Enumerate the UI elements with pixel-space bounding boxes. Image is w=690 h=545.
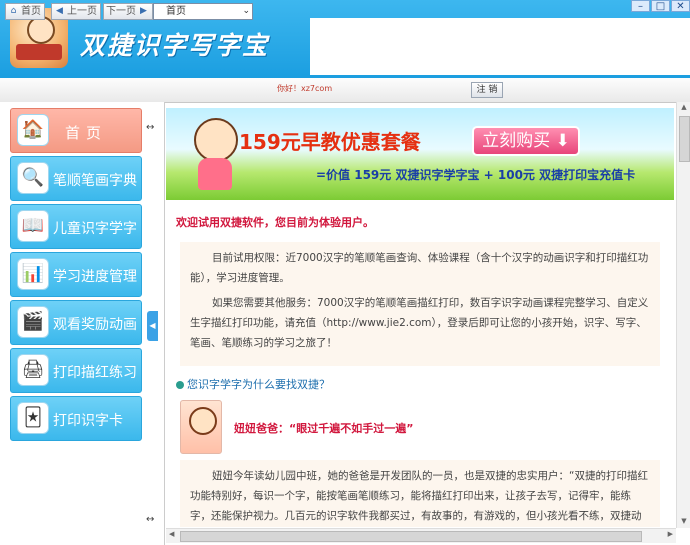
bullet-icon	[176, 381, 184, 389]
sidebar-item-child-literacy[interactable]: 📖 儿童识字学字	[10, 204, 142, 249]
chevron-down-icon: ⌄	[242, 6, 250, 16]
progress-icon: 📊	[17, 258, 49, 290]
recharge-info: 如果您需要其他服务：7000汉字的笔顺笔画描红打印，数百字识字动画课程完整学习、…	[190, 297, 649, 349]
sidebar-item-print-tracing[interactable]: 🖨 打印描红练习	[10, 348, 142, 393]
back-button[interactable]: ◀ 上一页	[51, 3, 101, 20]
trial-info-box: 目前试用权限：近7000汉字的笔顺笔画查询、体验课程（含十个汉字的动画识字和打印…	[180, 242, 660, 366]
home-button[interactable]: ⌂ 首页	[5, 3, 45, 20]
scroll-thumb-horizontal[interactable]	[180, 531, 642, 542]
testimonial-quote: 妞妞爸爸：“眼过千遍不如手过一遍”	[234, 422, 414, 435]
sidebar-item-progress[interactable]: 📊 学习进度管理	[10, 252, 142, 297]
horizontal-scrollbar[interactable]: ◀ ▶	[166, 528, 676, 543]
home-blocks-icon: 🏠	[17, 114, 49, 146]
app-title: 双捷识字写字宝	[80, 31, 270, 60]
window-controls: – □ ✕	[630, 0, 690, 13]
testimonial-box: 妞妞今年读幼儿园中班，她的爸爸是开发团队的一员，也是双捷的忠实用户：“双捷的打印…	[180, 460, 660, 527]
card-icon: 🃏	[17, 402, 49, 434]
scroll-thumb[interactable]	[679, 116, 690, 162]
scroll-up-icon[interactable]: ▲	[679, 103, 689, 113]
girl-illustration-icon	[188, 118, 242, 192]
download-arrow-icon: ⬇	[550, 131, 570, 151]
buy-now-button[interactable]: 立刻购买 ⬇	[472, 126, 580, 156]
sidebar-item-home[interactable]: 🏠 首页	[10, 108, 142, 153]
site-link[interactable]: 你好！xz7com	[277, 83, 332, 94]
forward-button[interactable]: 下一页 ▶	[103, 3, 153, 20]
promo-price: 159元早教优惠套餐	[239, 130, 421, 154]
page-select[interactable]: 首页 ⌄	[153, 3, 253, 20]
close-icon[interactable]: ✕	[671, 0, 690, 12]
sidebar-item-reward-animation[interactable]: 🎬 观看奖励动画	[10, 300, 142, 345]
logout-button[interactable]: 注 销	[471, 82, 503, 98]
film-icon: 🎬	[17, 306, 49, 338]
promo-subtitle: =价值 159元 双捷识字学字宝 + 100元 双捷打印宝充值卡	[316, 168, 636, 182]
scroll-down-icon[interactable]: ▼	[679, 517, 689, 527]
promo-banner[interactable]: 159元早教优惠套餐 立刻购买 ⬇ =价值 159元 双捷识字学字宝 + 100…	[166, 108, 674, 200]
back-arrow-icon: ◀	[56, 6, 63, 16]
forward-arrow-icon: ▶	[140, 6, 147, 16]
resize-arrows-icon[interactable]: ↔	[146, 122, 154, 133]
testimonial-text: 妞妞今年读幼儿园中班，她的爸爸是开发团队的一员，也是双捷的忠实用户：“双捷的打印…	[190, 470, 648, 522]
resize-arrows-icon[interactable]: ↔	[146, 514, 154, 525]
magnifier-icon: 🔍	[17, 162, 49, 194]
collapse-sidebar-button[interactable]: ◀	[147, 311, 158, 341]
trial-permissions: 目前试用权限：近7000汉字的笔顺笔画查询、体验课程（含十个汉字的动画识字和打印…	[190, 252, 649, 284]
maximize-icon[interactable]: □	[651, 0, 670, 12]
navigation-toolbar	[0, 78, 690, 103]
sidebar-item-print-cards[interactable]: 🃏 打印识字卡	[10, 396, 142, 441]
book-icon: 📖	[17, 210, 49, 242]
welcome-message: 欢迎试用双捷软件，您目前为体验用户。	[176, 216, 374, 229]
vertical-scrollbar[interactable]: ▲ ▼	[676, 102, 690, 528]
scroll-right-icon[interactable]: ▶	[668, 530, 673, 538]
minimize-icon[interactable]: –	[631, 0, 650, 12]
section-heading: 您识字学字为什么要找双捷？	[176, 376, 330, 392]
header-blank-panel	[310, 18, 690, 75]
home-icon: ⌂	[10, 6, 17, 16]
main-content: 159元早教优惠套餐 立刻购买 ⬇ =价值 159元 双捷识字学字宝 + 100…	[166, 104, 676, 527]
child-avatar	[180, 400, 222, 454]
sidebar-item-stroke-dictionary[interactable]: 🔍 笔顺笔画字典	[10, 156, 142, 201]
scroll-left-icon[interactable]: ◀	[169, 530, 174, 538]
printer-icon: 🖨	[17, 354, 49, 386]
